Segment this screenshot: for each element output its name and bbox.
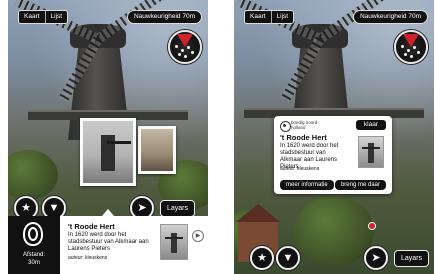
list-tab[interactable]: Lijst	[270, 11, 294, 23]
tree	[8, 150, 58, 200]
thumbnail-windmill-sail	[165, 237, 183, 239]
radar-view-cone	[177, 34, 193, 47]
accuracy-badge: Nauwkeurigheid 70m	[352, 10, 428, 24]
radar-poi-dot	[191, 51, 194, 54]
distance-box: Afstand: 30m	[8, 216, 60, 274]
radar-poi-dot	[413, 46, 416, 49]
poi-photo[interactable]	[138, 126, 176, 174]
done-button[interactable]: klaar	[355, 120, 386, 130]
bird-icon: ➤	[371, 252, 381, 264]
favorites-button[interactable]: ★	[250, 246, 274, 270]
thumbnail-windmill	[171, 233, 177, 253]
filter-icon: ▼	[48, 202, 60, 214]
thumbnail-windmill	[368, 143, 374, 163]
location-pin	[368, 222, 376, 230]
radar-poi-dot	[417, 51, 420, 54]
radar-poi-dot	[404, 53, 407, 56]
poi-title: 't Roode Hert	[68, 222, 115, 231]
poi-title: 't Roode Hert	[280, 133, 327, 142]
left-screen: Kaart Lijst Nauwkeurigheid 70m ★ ▼ ➤ Lay…	[8, 0, 208, 274]
poi-photo-stack[interactable]	[80, 118, 190, 190]
poi-author: auteur: kleuskens	[68, 255, 108, 261]
radar-poi-dot	[178, 53, 181, 56]
star-icon: ★	[257, 252, 267, 264]
more-info-button[interactable]: meer informatie	[280, 180, 334, 190]
poi-photo[interactable]	[80, 118, 136, 186]
radar-view-cone	[403, 34, 419, 47]
thumbnail-windmill-sail	[362, 147, 380, 149]
distance-value: 30m	[28, 260, 40, 266]
fingerprint-icon	[23, 222, 43, 246]
radar-poi-dot	[187, 46, 190, 49]
house-roof	[236, 204, 280, 222]
poi-thumbnail[interactable]	[160, 224, 188, 260]
poi-info-panel[interactable]: Afstand: 30m 't Roode Hert In 1620 werd …	[8, 216, 208, 274]
tree	[294, 196, 374, 266]
radar-poi-dot	[181, 49, 184, 52]
filter-icon: ▼	[282, 252, 294, 264]
brand-name: bnedig noord-holland	[291, 120, 319, 130]
poi-description: In 1620 werd door het stadsbestuur van A…	[68, 232, 149, 252]
view-toggle: Kaart Lijst	[18, 10, 69, 24]
list-tab[interactable]: Lijst	[44, 11, 68, 23]
poi-author: auteur: kleuskens	[280, 166, 320, 172]
photo-windmill-sail	[107, 141, 131, 144]
share-button[interactable]: ➤	[364, 246, 388, 270]
radar-poi-dot	[175, 45, 178, 48]
play-icon[interactable]: ▶	[192, 230, 204, 242]
map-tab[interactable]: Kaart	[19, 11, 45, 23]
radar-icon[interactable]	[168, 30, 202, 64]
radar-poi-dot	[410, 55, 413, 58]
take-me-there-button[interactable]: breng me daar	[334, 180, 386, 190]
filter-button[interactable]: ▼	[276, 246, 300, 270]
distance-label: Afstand:	[22, 252, 45, 258]
brand-logo-icon	[280, 121, 291, 132]
layars-button[interactable]: Layars	[394, 250, 430, 267]
radar-icon[interactable]	[394, 30, 428, 64]
right-screen: Kaart Lijst Nauwkeurigheid 70m bnedig no…	[234, 0, 434, 274]
poi-details-card: bnedig noord-holland klaar 't Roode Hert…	[274, 116, 392, 194]
poi-thumbnail[interactable]	[358, 136, 384, 168]
layars-button[interactable]: Layars	[160, 200, 196, 217]
radar-poi-dot	[407, 49, 410, 52]
bird-icon: ➤	[137, 202, 147, 214]
radar-poi-dot	[401, 45, 404, 48]
radar-poi-dot	[184, 55, 187, 58]
map-tab[interactable]: Kaart	[245, 11, 271, 23]
poi-text: 't Roode Hert In 1620 werd door het stad…	[68, 222, 156, 261]
callout-pointer	[102, 209, 114, 216]
view-toggle: Kaart Lijst	[244, 10, 295, 24]
accuracy-badge: Nauwkeurigheid 70m	[126, 10, 202, 24]
star-icon: ★	[21, 202, 31, 214]
